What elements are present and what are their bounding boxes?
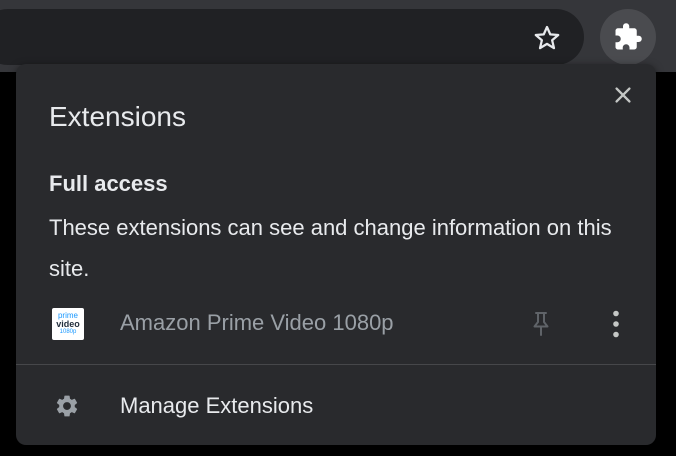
close-button[interactable] [608, 80, 638, 110]
logo-line-3: 1080p [59, 329, 77, 335]
extension-name: Amazon Prime Video 1080p [120, 310, 394, 335]
extension-menu-button[interactable] [596, 304, 636, 344]
bookmark-star-button[interactable] [527, 18, 567, 58]
puzzle-piece-icon [615, 23, 642, 50]
prime-video-logo: prime video 1080p [52, 308, 84, 340]
pin-extension-button[interactable] [521, 304, 561, 344]
extensions-button[interactable] [600, 9, 656, 65]
address-bar[interactable] [0, 9, 584, 65]
manage-extensions-label: Manage Extensions [120, 393, 314, 418]
extensions-popup: Extensions Full access These extensions … [16, 64, 656, 445]
more-vert-icon [613, 310, 619, 338]
browser-window: Extensions Full access These extensions … [0, 0, 676, 456]
popup-title: Extensions [49, 101, 186, 132]
section-description: These extensions can see and change info… [49, 215, 612, 281]
gear-icon-wrapper [52, 391, 82, 421]
close-icon [615, 87, 631, 103]
pin-icon [533, 312, 549, 336]
browser-toolbar [0, 0, 676, 72]
divider [16, 364, 656, 365]
logo-line-2: video [56, 319, 80, 329]
section-title: Full access [49, 171, 168, 196]
star-outline-icon [534, 25, 560, 50]
gear-icon [56, 395, 78, 417]
manage-extensions-button[interactable]: Manage Extensions [16, 376, 656, 436]
extension-row[interactable]: prime video 1080p Amazon Prime Video 108… [16, 300, 656, 348]
